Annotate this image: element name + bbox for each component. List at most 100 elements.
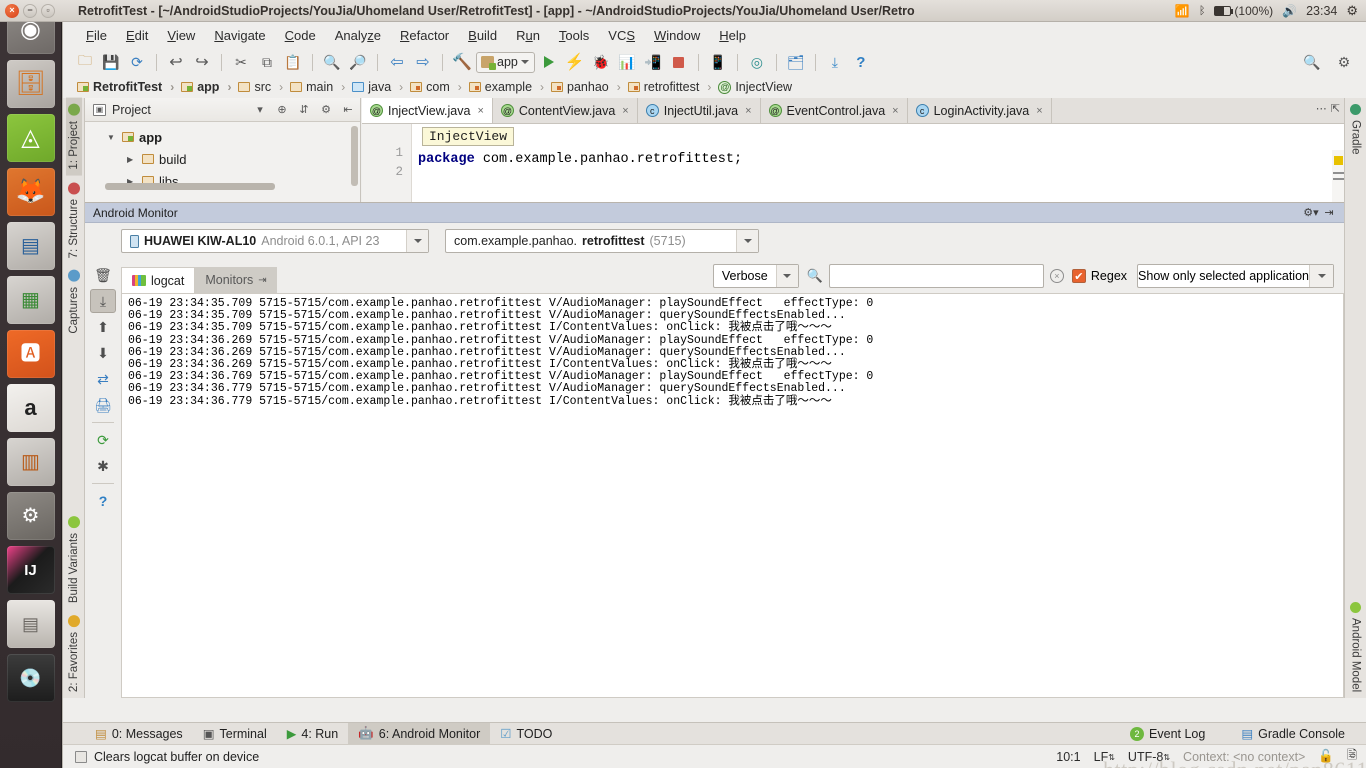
breadcrumb-item-java[interactable]: java › [350,80,408,94]
session-menu-icon[interactable]: ⚙ [1346,3,1358,19]
attach-debugger-icon[interactable]: 📲 [641,51,665,73]
menu-navigate[interactable]: Navigate [205,25,274,46]
chevron-down-icon[interactable] [736,230,758,252]
help-icon[interactable]: ? [90,489,116,513]
sidebar-item-project[interactable]: 1: Project [65,98,82,176]
breadcrumb-item-com[interactable]: com › [408,80,467,94]
files-icon[interactable]: 🗄 [6,60,55,108]
copy-icon[interactable]: ⧉ [255,51,279,73]
close-icon[interactable]: × [1036,105,1042,117]
bottom-tab-gradle-console[interactable]: ▤ Gradle Console [1231,723,1355,745]
chevron-down-icon[interactable]: ▾ [252,102,268,118]
minimize-window-button[interactable]: − [23,3,37,18]
caret-position[interactable]: 10:1 [1056,750,1080,764]
menu-analyze[interactable]: Analyze [326,25,390,46]
close-icon[interactable]: × [622,105,628,117]
code-body[interactable]: InjectView package com.example.panhao.re… [412,124,1344,202]
bottom-tab-android-monitor[interactable]: 🤖 6: Android Monitor [348,722,491,745]
menu-code[interactable]: Code [276,25,325,46]
print-icon[interactable]: 🖨 [90,393,116,417]
tab-contentview-java[interactable]: @ ContentView.java × [493,98,638,123]
stop-button[interactable] [667,51,691,73]
breadcrumb-item-retrofittest[interactable]: retrofittest › [626,80,717,94]
chevron-down-icon[interactable] [775,265,798,287]
project-panel-title-group[interactable]: ▣ Project [93,103,246,117]
breadcrumb-item-injectview[interactable]: @ InjectView [716,80,797,94]
trash-icon[interactable]: 🗑 [90,263,116,287]
hide-panel-icon[interactable]: ⇤ [340,102,356,118]
redo-icon[interactable]: ↪ [190,51,214,73]
breadcrumb-item-src[interactable]: src › [236,80,288,94]
scroll-from-source-icon[interactable]: ⊕ [274,102,290,118]
gear-icon[interactable]: ⚙▾ [1302,206,1320,219]
warning-marker[interactable] [1334,156,1343,165]
disc-icon[interactable]: 💿 [6,654,55,702]
build-icon[interactable]: 🔨 [450,51,474,73]
android-studio-icon[interactable]: ◬ [6,114,55,162]
apply-changes-icon[interactable]: ⚡ [563,51,587,73]
bottom-tab-event-log[interactable]: 2 Event Log [1120,723,1215,745]
save-icon[interactable]: 💾 [99,51,123,73]
checkbox-icon[interactable]: ✔ [1071,269,1086,283]
run-button[interactable] [537,51,561,73]
replace-icon[interactable]: 🔎 [346,51,370,73]
inspections-icon[interactable]: 🗟 [1347,746,1357,767]
find-icon[interactable]: 🔍 [320,51,344,73]
wifi-icon[interactable]: 📶 [1175,4,1190,18]
settings-icon[interactable]: ⚙ [1332,51,1356,73]
breadcrumb-item-example[interactable]: example › [467,80,549,94]
sidebar-item-gradle[interactable]: Gradle [1348,98,1364,161]
project-structure-icon[interactable]: 🗂 [784,51,808,73]
clear-search-icon[interactable]: × [1049,269,1064,283]
back-icon[interactable]: ⇦ [385,51,409,73]
sidebar-item-build-variants[interactable]: Build Variants [66,510,82,609]
hide-panel-icon[interactable]: ⇥ [1320,206,1338,219]
device-combo[interactable]: HUAWEI KIW-AL10 Android 6.0.1, API 23 [121,229,429,253]
lock-icon[interactable]: 🔓 [1318,749,1334,764]
amazon-icon[interactable]: a [6,384,55,432]
wrap-icon[interactable]: ⇄ [90,367,116,391]
libreoffice-calc-icon[interactable]: ▦ [6,276,55,324]
collapse-all-icon[interactable]: ⇵ [296,102,312,118]
undo-icon[interactable]: ↩ [164,51,188,73]
sidebar-item-captures[interactable]: Captures [66,264,82,340]
log-level-combo[interactable]: Verbose [712,264,799,288]
profile-icon[interactable]: 📊 [615,51,639,73]
avd-manager-icon[interactable]: 📱 [706,51,730,73]
regex-toggle[interactable]: ✔ Regex [1071,269,1127,283]
gear-icon[interactable]: ⚙ [318,102,334,118]
project-tree-vertical-scrollbar[interactable] [351,126,358,186]
menu-help[interactable]: Help [710,25,755,46]
sidebar-item-favorites[interactable]: 2: Favorites [66,609,82,698]
tab-injectview-java[interactable]: @ InjectView.java × [362,98,493,123]
chevron-right-icon[interactable]: ▶ [127,155,137,164]
menu-file[interactable]: File [77,25,116,46]
hide-editor-icon[interactable]: ⇱ [1331,102,1340,115]
settings-icon[interactable]: ✱ [90,454,116,478]
search-input[interactable] [828,264,1044,288]
menu-build[interactable]: Build [459,25,506,46]
debug-icon[interactable]: 🐞 [589,51,613,73]
menu-view[interactable]: View [158,25,204,46]
bottom-tab-messages[interactable]: ▤ 0: Messages [85,723,193,745]
workspace-stack-icon[interactable]: ▤ [6,600,55,648]
battery-indicator[interactable]: (100%) [1214,4,1273,18]
system-clock[interactable]: 23:34 [1306,4,1337,18]
code-editor[interactable]: 1 2 InjectView package com.example.panha… [362,124,1344,228]
sync-icon[interactable]: ⟳ [125,51,149,73]
intellij-idea-icon[interactable]: IJ [6,546,55,594]
menu-window[interactable]: Window [645,25,709,46]
run-configuration-selector[interactable]: app [476,51,535,73]
tree-item-build[interactable]: ▶ build [85,148,360,170]
ubuntu-software-icon[interactable]: 🅰 [6,330,55,378]
menu-tools[interactable]: Tools [550,25,598,46]
project-tree-horizontal-scrollbar[interactable] [105,183,275,190]
maximize-window-button[interactable]: ▫ [41,3,55,18]
tab-loginactivity-java[interactable]: c LoginActivity.java × [908,98,1052,123]
bottom-tab-todo[interactable]: ☑ TODO [490,723,562,745]
forward-icon[interactable]: ⇨ [411,51,435,73]
help-icon[interactable]: ? [849,51,873,73]
volume-icon[interactable]: 🔊 [1282,4,1297,18]
bluetooth-icon[interactable]: ᛒ [1199,5,1206,17]
logcat-filter-combo[interactable]: Show only selected application [1137,264,1334,288]
